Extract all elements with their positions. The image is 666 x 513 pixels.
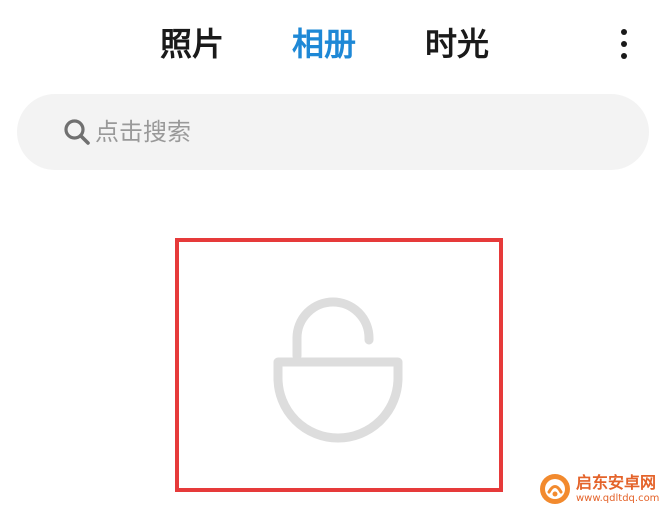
tab-albums[interactable]: 相册 [292, 22, 356, 66]
watermark-url: www.qdltdq.com [576, 492, 660, 504]
highlight-frame [175, 238, 503, 492]
watermark-text: 启东安卓网 www.qdltdq.com [576, 472, 660, 504]
more-vertical-icon-dot [621, 53, 627, 59]
more-options-button[interactable] [608, 24, 640, 64]
search-input[interactable] [95, 94, 615, 170]
watermark-logo-icon [540, 474, 570, 504]
unlocked-padlock-icon[interactable] [266, 290, 410, 450]
more-vertical-icon-dot [621, 41, 627, 47]
watermark-title: 启东安卓网 [576, 472, 657, 492]
more-vertical-icon [621, 29, 627, 35]
tab-photos[interactable]: 照片 [160, 22, 224, 66]
tab-moments[interactable]: 时光 [425, 22, 489, 66]
watermark: 启东安卓网 www.qdltdq.com [538, 468, 666, 510]
search-bar[interactable] [17, 94, 649, 170]
album-screen: 照片 相册 时光 启东安卓网 www.qdltdq.com [0, 0, 666, 513]
search-icon [64, 119, 90, 145]
